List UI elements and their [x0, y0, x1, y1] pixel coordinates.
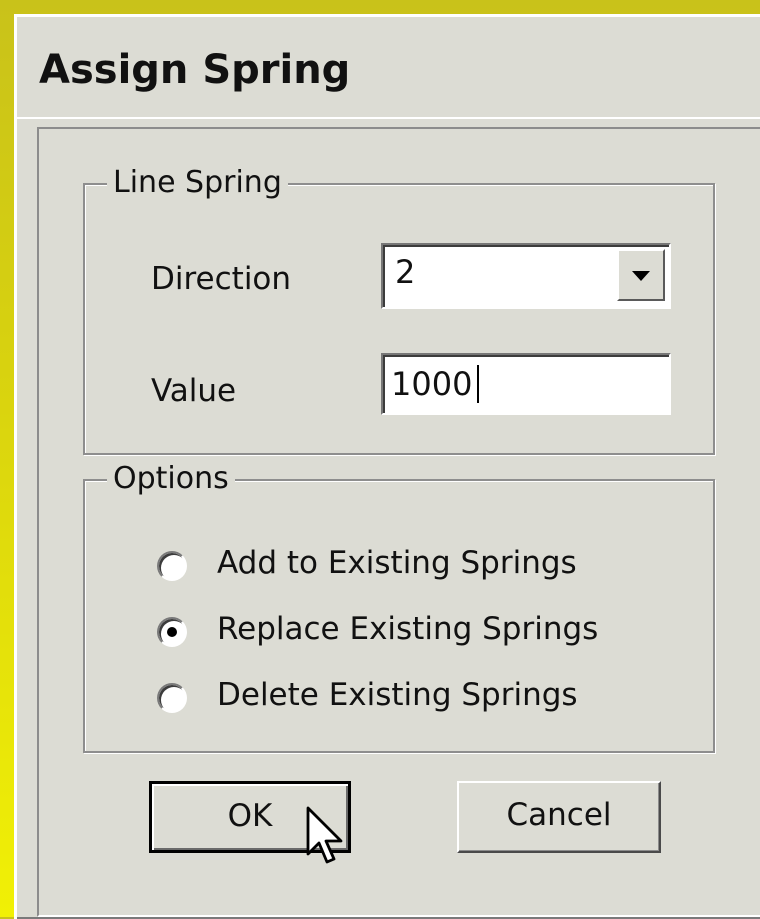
direction-value: 2 [395, 253, 416, 291]
radio-button[interactable] [157, 683, 187, 713]
options-group: Options Add to Existing Springs Replace … [83, 461, 715, 753]
dropdown-button[interactable] [617, 249, 665, 301]
radio-button[interactable] [157, 551, 187, 581]
direction-label: Direction [151, 261, 292, 297]
value-input[interactable]: 1000 [381, 353, 671, 415]
line-spring-legend: Line Spring [107, 165, 288, 201]
value-input-text: 1000 [391, 365, 473, 403]
cancel-button-label: Cancel [506, 797, 612, 833]
cancel-button[interactable]: Cancel [457, 781, 661, 853]
text-caret [477, 365, 479, 403]
assign-spring-dialog: Assign Spring Line Spring Direction 2 Va… [14, 14, 760, 919]
radio-button-selected[interactable] [157, 617, 187, 647]
radio-selected-dot [167, 627, 177, 637]
dialog-title: Assign Spring [39, 47, 351, 93]
line-spring-group: Line Spring Direction 2 Value 1000 [83, 165, 715, 455]
chevron-down-icon [632, 271, 650, 281]
direction-dropdown[interactable]: 2 [381, 243, 671, 309]
title-separator [17, 117, 760, 119]
radio-label: Replace Existing Springs [217, 611, 599, 647]
radio-label: Delete Existing Springs [217, 677, 578, 713]
radio-delete-existing[interactable]: Delete Existing Springs [157, 677, 677, 721]
title-bar[interactable]: Assign Spring [17, 17, 760, 117]
radio-replace-existing[interactable]: Replace Existing Springs [157, 611, 677, 655]
options-legend: Options [107, 461, 235, 497]
radio-add-to-existing[interactable]: Add to Existing Springs [157, 545, 677, 589]
radio-label: Add to Existing Springs [217, 545, 577, 581]
mouse-pointer-icon [306, 806, 343, 864]
value-label: Value [151, 373, 237, 409]
